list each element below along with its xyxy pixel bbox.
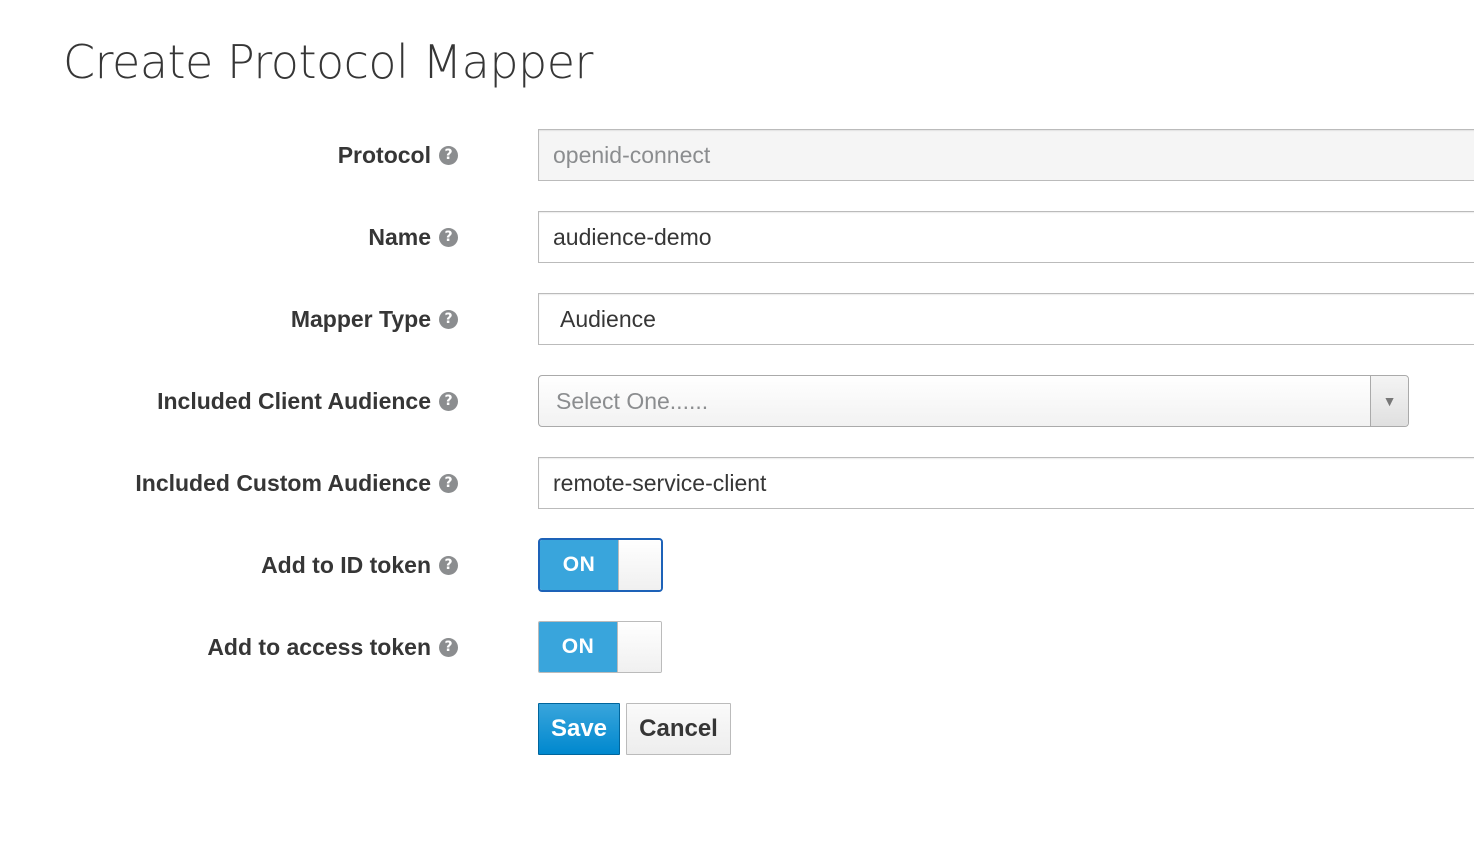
included-custom-audience-input[interactable] — [538, 457, 1474, 509]
included-client-audience-placeholder: Select One...... — [556, 387, 709, 414]
included-custom-audience-label-text: Included Custom Audience — [135, 469, 431, 496]
add-to-id-token-label: Add to ID token ? — [261, 539, 458, 591]
mapper-type-field: Audience — [538, 293, 1474, 345]
name-label-text: Name — [368, 223, 431, 250]
add-to-id-token-toggle[interactable]: ON — [538, 538, 663, 592]
add-to-id-token-toggle-handle[interactable] — [618, 540, 661, 590]
add-to-access-token-help-icon[interactable]: ? — [439, 637, 458, 657]
protocol-label: Protocol ? — [338, 129, 458, 181]
included-client-audience-label: Included Client Audience ? — [157, 375, 458, 427]
protocol-label-text: Protocol — [337, 141, 431, 168]
protocol-field — [538, 129, 1474, 181]
name-input[interactable] — [538, 211, 1474, 263]
included-client-audience-select[interactable]: Select One...... ▼ — [538, 375, 1409, 427]
name-label: Name ? — [368, 211, 458, 263]
add-to-id-token-on-label: ON — [540, 540, 618, 590]
add-to-id-token-label-text: Add to ID token — [261, 551, 431, 578]
name-help-icon[interactable]: ? — [439, 227, 458, 247]
page-title: Create Protocol Mapper — [63, 35, 593, 89]
mapper-type-label: Mapper Type ? — [291, 293, 458, 345]
add-to-access-token-toggle-handle[interactable] — [617, 622, 661, 672]
add-to-access-token-toggle[interactable]: ON — [538, 621, 662, 673]
protocol-help-icon[interactable]: ? — [439, 145, 458, 165]
add-to-access-token-label: Add to access token ? — [207, 621, 458, 673]
add-to-id-token-help-icon[interactable]: ? — [439, 555, 458, 575]
save-button[interactable]: Save — [538, 703, 620, 755]
included-client-audience-help-icon[interactable]: ? — [439, 391, 458, 411]
mapper-type-value: Audience — [560, 305, 656, 332]
mapper-type-help-icon[interactable]: ? — [439, 309, 458, 329]
included-custom-audience-help-icon[interactable]: ? — [439, 473, 458, 493]
add-to-access-token-on-label: ON — [539, 622, 617, 672]
mapper-type-label-text: Mapper Type — [290, 305, 431, 332]
included-client-audience-label-text: Included Client Audience — [157, 387, 431, 414]
add-to-access-token-label-text: Add to access token — [207, 633, 431, 660]
included-custom-audience-label: Included Custom Audience ? — [135, 457, 458, 509]
caret-down-icon[interactable]: ▼ — [1370, 376, 1408, 426]
cancel-button[interactable]: Cancel — [626, 703, 731, 755]
